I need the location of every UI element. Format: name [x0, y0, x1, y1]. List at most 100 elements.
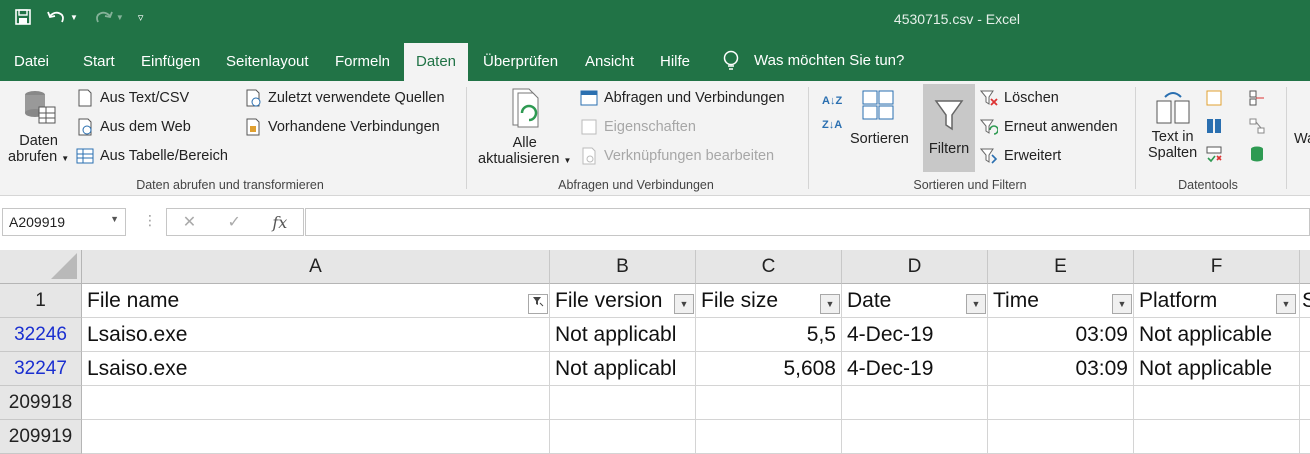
table-cell[interactable]: [1134, 386, 1300, 420]
table-cell[interactable]: [988, 420, 1134, 454]
table-cell[interactable]: [82, 420, 550, 454]
table-cell[interactable]: Not applicabl: [550, 352, 696, 386]
insert-function-icon[interactable]: fx: [272, 213, 287, 232]
consolidate-icon[interactable]: [1248, 89, 1266, 107]
column-header-b[interactable]: B: [550, 250, 696, 284]
refresh-all-button[interactable]: Alle aktualisieren ▼: [478, 87, 571, 167]
data-model-icon[interactable]: [1248, 145, 1266, 163]
refresh-label-2: aktualisieren ▼: [478, 151, 572, 167]
sort-icon: [862, 90, 894, 120]
table-cell[interactable]: [1300, 318, 1310, 352]
table-cell[interactable]: [696, 420, 842, 454]
row-header[interactable]: 209919: [0, 420, 82, 454]
row-header[interactable]: 32247: [0, 352, 82, 386]
tab-einfuegen[interactable]: Einfügen: [141, 41, 200, 81]
tab-ueberpruefen[interactable]: Überprüfen: [483, 41, 558, 81]
data-tools-small-icons-2: [1248, 89, 1266, 163]
column-header-c[interactable]: C: [696, 250, 842, 284]
column-header-a[interactable]: A: [82, 250, 550, 284]
table-cell[interactable]: 03:09: [988, 318, 1134, 352]
formula-bar-splitter[interactable]: ⋮: [143, 212, 157, 229]
table-cell[interactable]: [842, 420, 988, 454]
get-data-label-1: Daten: [19, 133, 58, 149]
data-validation-icon[interactable]: [1205, 145, 1223, 163]
row-header[interactable]: 209918: [0, 386, 82, 420]
table-cell[interactable]: Lsaiso.exe: [82, 318, 550, 352]
table-cell[interactable]: [842, 386, 988, 420]
table-cell[interactable]: 4-Dec-19: [842, 318, 988, 352]
table-cell[interactable]: [1300, 352, 1310, 386]
column-header-d[interactable]: D: [842, 250, 988, 284]
relationships-icon[interactable]: [1248, 117, 1266, 135]
tab-start[interactable]: Start: [83, 41, 115, 81]
table-cell[interactable]: 5,608: [696, 352, 842, 386]
table-cell[interactable]: [550, 386, 696, 420]
row-header[interactable]: 1: [0, 284, 82, 318]
recent-sources-button[interactable]: Zuletzt verwendete Quellen: [244, 89, 445, 107]
filter-dropdown-icon[interactable]: ▼: [1112, 294, 1132, 314]
clear-filter-button[interactable]: Löschen: [980, 89, 1059, 107]
table-cell[interactable]: 4-Dec-19: [842, 352, 988, 386]
sort-button[interactable]: Sortieren: [850, 89, 909, 147]
header-cell-partial[interactable]: S: [1300, 284, 1310, 318]
tab-datei[interactable]: Datei: [14, 41, 49, 81]
tab-formeln[interactable]: Formeln: [335, 41, 390, 81]
table-cell[interactable]: Not applicabl: [550, 318, 696, 352]
filter-active-icon[interactable]: [528, 294, 548, 314]
tab-seitenlayout[interactable]: Seitenlayout: [226, 41, 309, 81]
recent-sources-icon: [246, 89, 261, 107]
column-header-g[interactable]: [1300, 250, 1310, 284]
column-header-e[interactable]: E: [988, 250, 1134, 284]
table-cell[interactable]: [82, 386, 550, 420]
existing-connections-button[interactable]: Vorhandene Verbindungen: [244, 118, 440, 136]
tab-ansicht[interactable]: Ansicht: [585, 41, 634, 81]
filter-dropdown-icon[interactable]: ▼: [1276, 294, 1296, 314]
formula-input[interactable]: [305, 208, 1310, 236]
filter-dropdown-icon[interactable]: ▼: [820, 294, 840, 314]
table-cell[interactable]: Lsaiso.exe: [82, 352, 550, 386]
table-cell[interactable]: [1300, 420, 1310, 454]
row-header[interactable]: 32246: [0, 318, 82, 352]
from-text-csv-button[interactable]: Aus Text/CSV: [76, 89, 189, 107]
sort-ascending-icon[interactable]: A↓Z: [822, 95, 842, 107]
ribbon-overflow-label: Wa: [1294, 131, 1310, 147]
column-header-f[interactable]: F: [1134, 250, 1300, 284]
tab-daten[interactable]: Daten: [404, 43, 468, 81]
table-cell[interactable]: Not applicable: [1134, 318, 1300, 352]
text-to-columns-label-1: Text in: [1151, 129, 1194, 145]
filter-dropdown-icon[interactable]: ▼: [674, 294, 694, 314]
chevron-down-icon[interactable]: ▼: [110, 214, 119, 224]
table-cell[interactable]: Not applicable: [1134, 352, 1300, 386]
from-table-button[interactable]: Aus Tabelle/Bereich: [76, 147, 228, 165]
select-all-button[interactable]: [0, 250, 82, 284]
group-separator: [1286, 87, 1287, 189]
sort-az-buttons: A↓Z Z↓A: [822, 95, 842, 131]
reapply-button[interactable]: Erneut anwenden: [980, 118, 1118, 136]
table-cell[interactable]: [1300, 386, 1310, 420]
table-cell[interactable]: [1134, 420, 1300, 454]
table-cell[interactable]: [696, 386, 842, 420]
table-cell[interactable]: [988, 386, 1134, 420]
confirm-icon[interactable]: ✓: [228, 212, 241, 232]
tell-me-search[interactable]: Was möchten Sie tun?: [722, 41, 904, 81]
queries-connections-button[interactable]: Abfragen und Verbindungen: [580, 89, 785, 107]
text-to-columns-button[interactable]: Text in Spalten: [1148, 89, 1197, 161]
tab-hilfe[interactable]: Hilfe: [660, 41, 690, 81]
filter-button[interactable]: Filtern: [923, 84, 975, 172]
from-web-button[interactable]: Aus dem Web: [76, 118, 191, 136]
name-box[interactable]: A209919 ▼: [2, 208, 126, 236]
header-cell-file-name[interactable]: File name: [82, 284, 550, 318]
get-data-button[interactable]: Daten abrufen ▼: [8, 87, 69, 165]
flash-fill-icon[interactable]: [1205, 89, 1223, 107]
advanced-filter-button[interactable]: Erweitert: [980, 147, 1061, 165]
filter-dropdown-icon[interactable]: ▼: [966, 294, 986, 314]
table-cell[interactable]: 5,5: [696, 318, 842, 352]
reapply-label: Erneut anwenden: [1004, 119, 1118, 135]
cancel-icon[interactable]: ✕: [183, 212, 196, 232]
from-web-label: Aus dem Web: [100, 119, 191, 135]
formula-buttons: ✕ ✓ fx: [166, 208, 304, 236]
table-cell[interactable]: [550, 420, 696, 454]
remove-duplicates-icon[interactable]: [1205, 117, 1223, 135]
table-cell[interactable]: 03:09: [988, 352, 1134, 386]
sort-descending-icon[interactable]: Z↓A: [822, 119, 842, 131]
